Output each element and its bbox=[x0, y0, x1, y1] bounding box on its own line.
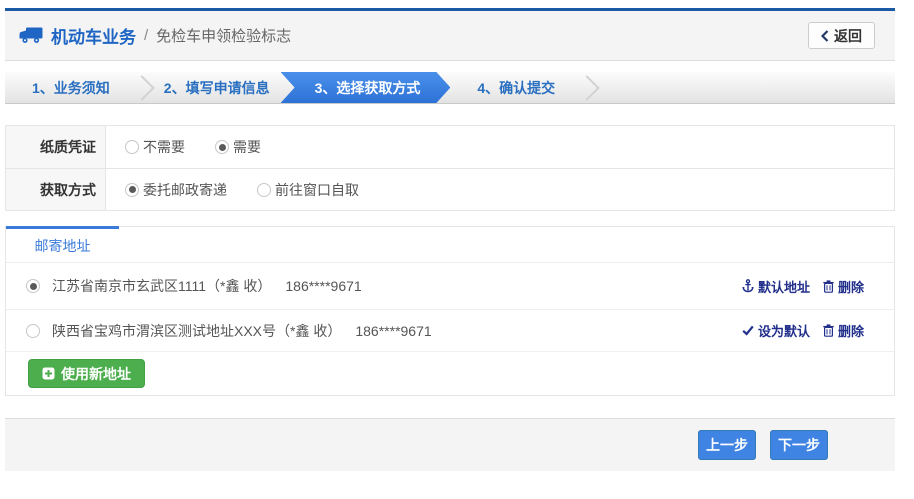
delete-address-button[interactable]: 删除 bbox=[823, 321, 864, 340]
use-new-address-button[interactable]: 使用新地址 bbox=[28, 359, 145, 388]
form-row-paper-voucher: 纸质凭证 不需要 需要 bbox=[6, 126, 894, 168]
next-step-button[interactable]: 下一步 bbox=[770, 430, 828, 460]
radio-option-needed[interactable]: 需要 bbox=[215, 137, 261, 157]
radio-icon[interactable] bbox=[125, 140, 139, 154]
step-3-choose-method[interactable]: 3、选择获取方式 bbox=[281, 72, 451, 103]
breadcrumb: 机动车业务 / 免检车申领检验标志 bbox=[19, 23, 291, 48]
radio-icon[interactable] bbox=[257, 183, 271, 197]
chevron-left-icon bbox=[821, 30, 829, 42]
action-label: 删除 bbox=[838, 321, 864, 340]
address-actions: 设为默认 删除 bbox=[742, 321, 864, 340]
radio-selected-icon[interactable] bbox=[125, 183, 139, 197]
address-phone: 186****9671 bbox=[355, 323, 431, 339]
step-label: 2、填写申请信息 bbox=[164, 78, 270, 98]
check-icon bbox=[742, 325, 754, 336]
step-label: 1、业务须知 bbox=[32, 78, 110, 98]
options-form: 纸质凭证 不需要 需要 获取方式 委托邮政寄递 bbox=[5, 125, 895, 211]
step-1-notice[interactable]: 1、业务须知 bbox=[5, 72, 137, 103]
radio-option-postal-delivery[interactable]: 委托邮政寄递 bbox=[125, 180, 227, 200]
action-label: 删除 bbox=[838, 277, 864, 296]
radio-option-window-pickup[interactable]: 前往窗口自取 bbox=[257, 180, 359, 200]
page-header: 机动车业务 / 免检车申领检验标志 返回 bbox=[5, 8, 895, 61]
tab-mailing-address[interactable]: 邮寄地址 bbox=[6, 226, 119, 262]
action-label: 默认地址 bbox=[758, 277, 810, 296]
anchor-icon bbox=[742, 279, 754, 293]
radio-label: 前往窗口自取 bbox=[275, 180, 359, 200]
radio-label: 委托邮政寄递 bbox=[143, 180, 227, 200]
form-row-delivery-method: 获取方式 委托邮政寄递 前往窗口自取 bbox=[6, 168, 894, 210]
address-actions: 默认地址 删除 bbox=[742, 277, 864, 296]
radio-option-not-needed[interactable]: 不需要 bbox=[125, 137, 185, 157]
default-address-button[interactable]: 默认地址 bbox=[742, 277, 810, 296]
form-content: 委托邮政寄递 前往窗口自取 bbox=[106, 169, 894, 210]
mailing-address-section: 邮寄地址 江苏省南京市玄武区1111（*鑫 收） 186****9671 bbox=[5, 226, 895, 396]
step-label: 3、选择获取方式 bbox=[315, 78, 421, 98]
step-label: 4、确认提交 bbox=[477, 78, 555, 98]
truck-icon bbox=[19, 27, 43, 44]
address-phone: 186****9671 bbox=[285, 278, 361, 294]
address-text: 江苏省南京市玄武区1111（*鑫 收） bbox=[52, 276, 271, 296]
address-row-2[interactable]: 陕西省宝鸡市渭滨区测试地址XXX号（*鑫 收） 186****9671 设为默认 bbox=[6, 310, 894, 352]
step-2-fill-info[interactable]: 2、填写申请信息 bbox=[137, 72, 297, 103]
trash-icon bbox=[823, 324, 834, 337]
address-row-1[interactable]: 江苏省南京市玄武区1111（*鑫 收） 186****9671 bbox=[6, 263, 894, 310]
address-radio-icon[interactable] bbox=[26, 324, 40, 338]
radio-label: 需要 bbox=[233, 137, 261, 157]
new-address-row: 使用新地址 bbox=[6, 352, 894, 395]
action-label: 设为默认 bbox=[758, 321, 810, 340]
form-label: 获取方式 bbox=[6, 169, 106, 210]
breadcrumb-separator: / bbox=[144, 27, 148, 44]
plus-icon bbox=[42, 367, 55, 380]
radio-selected-icon[interactable] bbox=[215, 140, 229, 154]
form-content: 不需要 需要 bbox=[106, 126, 894, 168]
section-title: 机动车业务 bbox=[51, 23, 136, 48]
form-label: 纸质凭证 bbox=[6, 126, 106, 168]
set-default-button[interactable]: 设为默认 bbox=[742, 321, 810, 340]
back-button[interactable]: 返回 bbox=[808, 22, 875, 49]
step-4-confirm-submit[interactable]: 4、确认提交 bbox=[450, 72, 582, 103]
address-tabs-row: 邮寄地址 bbox=[6, 227, 894, 263]
trash-icon bbox=[823, 280, 834, 293]
address-text: 陕西省宝鸡市渭滨区测试地址XXX号（*鑫 收） bbox=[52, 321, 341, 341]
radio-label: 不需要 bbox=[143, 137, 185, 157]
footer-bar: 上一步 下一步 bbox=[5, 418, 895, 471]
delete-address-button[interactable]: 删除 bbox=[823, 277, 864, 296]
previous-step-button[interactable]: 上一步 bbox=[698, 430, 756, 460]
page-container: 机动车业务 / 免检车申领检验标志 返回 1、业务须知 2、填写申请信息 3、选… bbox=[5, 8, 895, 471]
tab-label: 邮寄地址 bbox=[35, 236, 91, 256]
page-title: 免检车申领检验标志 bbox=[156, 25, 291, 46]
use-new-address-label: 使用新地址 bbox=[61, 364, 131, 384]
address-radio-selected-icon[interactable] bbox=[26, 279, 40, 293]
step-wizard: 1、业务须知 2、填写申请信息 3、选择获取方式 4、确认提交 bbox=[5, 72, 895, 104]
back-button-label: 返回 bbox=[834, 26, 862, 46]
